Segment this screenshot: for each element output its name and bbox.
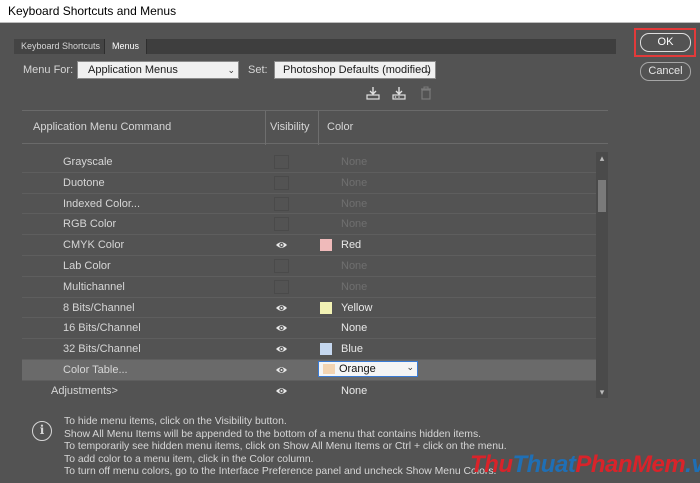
column-divider (318, 111, 319, 145)
chevron-down-icon: ⌄ (406, 361, 414, 372)
table-row[interactable]: CMYK Color Red (22, 235, 596, 256)
tab-menus[interactable]: Menus (104, 39, 148, 54)
color-swatch (323, 363, 335, 374)
color-value[interactable]: None (341, 322, 367, 334)
command-name: Multichannel (63, 280, 125, 293)
visibility-toggle[interactable] (274, 196, 289, 211)
color-select[interactable]: Orange ⌄ (318, 360, 418, 377)
command-name: 32 Bits/Channel (63, 343, 141, 356)
info-line: To hide menu items, click on the Visibil… (64, 416, 287, 427)
table-header: Application Menu Command Visibility Colo… (22, 110, 608, 145)
command-name: Lab Color (63, 259, 111, 272)
ok-button[interactable]: OK (640, 33, 691, 52)
command-name: Adjustments> (51, 384, 118, 397)
visibility-toggle[interactable] (274, 155, 289, 169)
table-row[interactable]: Duotone None (22, 173, 596, 194)
info-line: Show All Menu Items will be appended to … (64, 428, 482, 440)
command-name: Indexed Color... (63, 197, 141, 210)
color-value[interactable]: Blue (341, 343, 363, 355)
table-row[interactable]: 16 Bits/Channel None (22, 318, 596, 340)
table-row[interactable]: 8 Bits/Channel Yellow (22, 298, 596, 319)
eye-icon[interactable] (275, 343, 288, 355)
chevron-down-icon: ⌄ (424, 65, 432, 75)
vertical-scrollbar[interactable]: ▴ ▾ (596, 152, 608, 398)
save-set-icon[interactable] (366, 86, 380, 100)
column-divider (265, 111, 266, 145)
color-value[interactable]: None (341, 177, 367, 189)
eye-icon[interactable] (275, 364, 288, 376)
command-name: Grayscale (63, 156, 113, 168)
eye-icon[interactable] (275, 385, 288, 397)
scroll-thumb[interactable] (598, 180, 606, 212)
header-visibility: Visibility (270, 121, 310, 133)
watermark-part: Thuat (512, 451, 576, 478)
window-title: Keyboard Shortcuts and Menus (0, 0, 700, 23)
watermark-part: Thu (470, 451, 513, 478)
table-row[interactable]: Multichannel None (22, 277, 596, 298)
table-row[interactable]: Grayscale None (22, 152, 596, 173)
color-value[interactable]: None (341, 218, 367, 230)
header-command: Application Menu Command (33, 121, 172, 133)
visibility-toggle[interactable] (274, 258, 289, 273)
eye-icon[interactable] (275, 322, 288, 334)
menu-for-select[interactable]: Application Menus ⌄ (77, 61, 239, 79)
color-swatch[interactable] (320, 301, 332, 314)
scroll-down-icon[interactable]: ▾ (596, 386, 608, 398)
visibility-toggle[interactable] (274, 217, 289, 232)
eye-icon[interactable] (275, 302, 288, 314)
watermark: ThuThuatPhanMem.vn (470, 451, 700, 479)
table-row[interactable]: Lab Color None (22, 256, 596, 277)
set-select[interactable]: Photoshop Defaults (modified) ⌄ (274, 61, 436, 79)
scroll-up-icon[interactable]: ▴ (596, 152, 608, 164)
command-name: CMYK Color (63, 239, 125, 252)
color-value[interactable]: None (341, 156, 367, 168)
color-value: Orange (339, 362, 376, 375)
command-name: Color Table... (63, 363, 128, 376)
command-name: RGB Color (63, 218, 117, 231)
watermark-part: PhanMem (575, 451, 686, 478)
info-icon: i (32, 421, 52, 441)
table-row[interactable]: RGB Color None (22, 214, 596, 236)
menu-for-value: Application Menus (88, 64, 178, 76)
table-row[interactable]: Color Table... Orange ⌄ (22, 359, 596, 381)
color-value[interactable]: Red (341, 239, 361, 251)
cancel-button[interactable]: Cancel (640, 62, 691, 81)
color-value[interactable]: Yellow (341, 302, 372, 314)
table-row[interactable]: Adjustments> None (22, 381, 596, 398)
color-swatch[interactable] (320, 239, 332, 252)
header-color: Color (327, 121, 354, 133)
delete-icon[interactable] (419, 86, 433, 100)
color-value[interactable]: None (341, 385, 367, 397)
command-name: 8 Bits/Channel (63, 301, 135, 314)
visibility-toggle[interactable] (274, 279, 289, 294)
save-as-icon[interactable] (392, 86, 406, 100)
color-swatch[interactable] (320, 343, 332, 356)
set-label: Set: (248, 64, 268, 76)
color-value[interactable]: None (341, 260, 367, 272)
chevron-down-icon: ⌄ (227, 65, 235, 75)
tab-bar: Keyboard Shortcuts Menus (14, 39, 616, 54)
color-value[interactable]: None (341, 281, 367, 293)
set-value: Photoshop Defaults (modified) (283, 64, 431, 76)
menu-for-label: Menu For: (23, 64, 74, 76)
command-name: Duotone (63, 176, 105, 189)
table-row[interactable]: 32 Bits/Channel Blue (22, 339, 596, 360)
menu-command-list[interactable]: Grayscale None Duotone None Indexed Color...… (22, 152, 596, 398)
table-row[interactable]: Indexed Color... None (22, 194, 596, 215)
color-value[interactable]: None (341, 198, 367, 210)
visibility-toggle[interactable] (274, 175, 289, 190)
watermark-part: .vn (685, 451, 700, 478)
tab-keyboard-shortcuts[interactable]: Keyboard Shortcuts (14, 39, 108, 54)
eye-icon[interactable] (275, 239, 288, 251)
command-name: 16 Bits/Channel (63, 322, 141, 335)
